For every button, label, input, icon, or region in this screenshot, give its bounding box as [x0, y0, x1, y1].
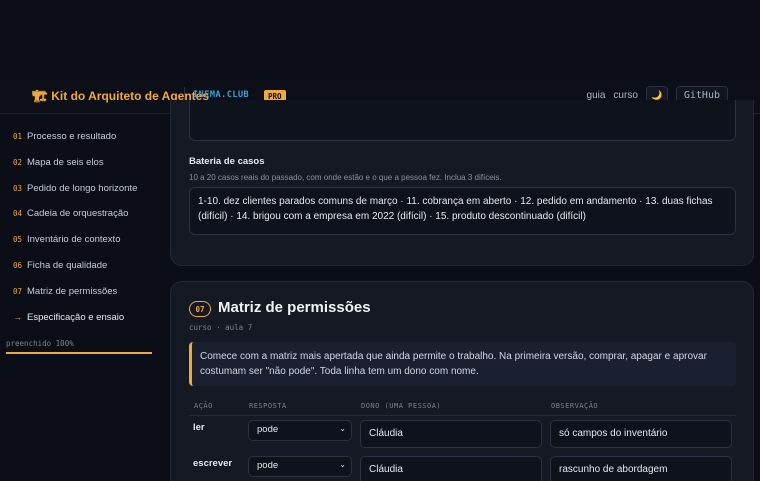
- sidebar-item-number: 07: [13, 287, 23, 296]
- sidebar-item-label: Matriz de permissões: [27, 286, 118, 297]
- answer-select[interactable]: pode ⌄: [248, 456, 352, 477]
- sidebar-item-label: Inventário de contexto: [27, 234, 121, 245]
- chevron-down-icon: ⌄: [339, 424, 346, 433]
- progress-bar: [6, 352, 152, 354]
- owner-input[interactable]: Cláudia: [360, 456, 542, 481]
- answer-select[interactable]: pode ⌄: [248, 420, 352, 441]
- cases-card: Bateria de casos 10 a 20 casos reais do …: [170, 100, 754, 266]
- sidebar-item-label: Pedido de longo horizonte: [27, 183, 138, 194]
- sidebar-item-label: Processo e resultado: [27, 131, 117, 142]
- sidebar-item-07[interactable]: 07 Matriz de permissões: [13, 286, 117, 297]
- previous-textarea[interactable]: [189, 100, 736, 141]
- callout-note: Comece com a matriz mais apertada que ai…: [189, 342, 736, 386]
- sidebar-item-01[interactable]: 01 Processo e resultado: [13, 131, 116, 142]
- sidebar-item-label: Ficha de qualidade: [27, 260, 108, 271]
- club-label[interactable]: INEMA.CLUB: [193, 90, 249, 100]
- sidebar-item-label: Cadeia de orquestração: [27, 208, 129, 219]
- progress-label: preenchido 100%: [6, 339, 74, 348]
- arrow-right-icon: →: [13, 312, 22, 322]
- row-action: escrever: [193, 458, 233, 469]
- sidebar-item-spec[interactable]: → Especificação e ensaio: [13, 312, 124, 323]
- sidebar-item-06[interactable]: 06 Ficha de qualidade: [13, 260, 107, 271]
- sidebar: 01 Processo e resultado 02 Mapa de seis …: [0, 114, 170, 481]
- sidebar-item-03[interactable]: 03 Pedido de longo horizonte: [13, 183, 137, 194]
- sidebar-item-number: 06: [13, 261, 23, 270]
- cases-textarea[interactable]: 1-10. dez clientes parados comuns de mar…: [189, 187, 736, 235]
- sidebar-item-02[interactable]: 02 Mapa de seis elos: [13, 157, 104, 168]
- sidebar-item-number: 03: [13, 184, 23, 193]
- column-header-owner: DONO (UMA PESSOA): [361, 402, 442, 410]
- sidebar-item-number: 02: [13, 158, 23, 167]
- cases-hint: 10 a 20 casos reais do passado, com onde…: [189, 173, 502, 182]
- answer-select-value: pode: [257, 460, 279, 471]
- permissions-card: 07 Matriz de permissões curso · aula 7 C…: [170, 281, 754, 481]
- sidebar-item-04[interactable]: 04 Cadeia de orquestração: [13, 208, 128, 219]
- section-number-badge: 07: [189, 301, 211, 317]
- answer-select-value: pode: [257, 424, 279, 435]
- progress-fill: [6, 352, 152, 354]
- sidebar-item-label: Especificação e ensaio: [27, 312, 125, 323]
- sidebar-item-label: Mapa de seis elos: [27, 157, 104, 168]
- column-header-note: OBSERVAÇÃO: [551, 402, 599, 410]
- section-title: Matriz de permissões: [218, 299, 371, 316]
- construction-icon: 🏗: [32, 89, 48, 103]
- sidebar-item-number: 04: [13, 209, 23, 218]
- table-header-divider: [189, 415, 736, 416]
- section-meta: curso · aula 7: [189, 323, 253, 332]
- sidebar-item-05[interactable]: 05 Inventário de contexto: [13, 234, 120, 245]
- note-input[interactable]: rascunho de abordagem: [550, 456, 732, 481]
- note-input[interactable]: só campos do inventário: [550, 420, 732, 448]
- sidebar-item-number: 01: [13, 132, 23, 141]
- owner-input[interactable]: Cláudia: [360, 420, 542, 448]
- column-header-action: AÇÃO: [194, 402, 213, 410]
- sidebar-item-number: 05: [13, 235, 23, 244]
- column-header-answer: RESPOSTA: [249, 402, 287, 410]
- cases-label: Bateria de casos: [189, 156, 265, 167]
- chevron-down-icon: ⌄: [339, 460, 346, 469]
- row-action: ler: [193, 422, 205, 433]
